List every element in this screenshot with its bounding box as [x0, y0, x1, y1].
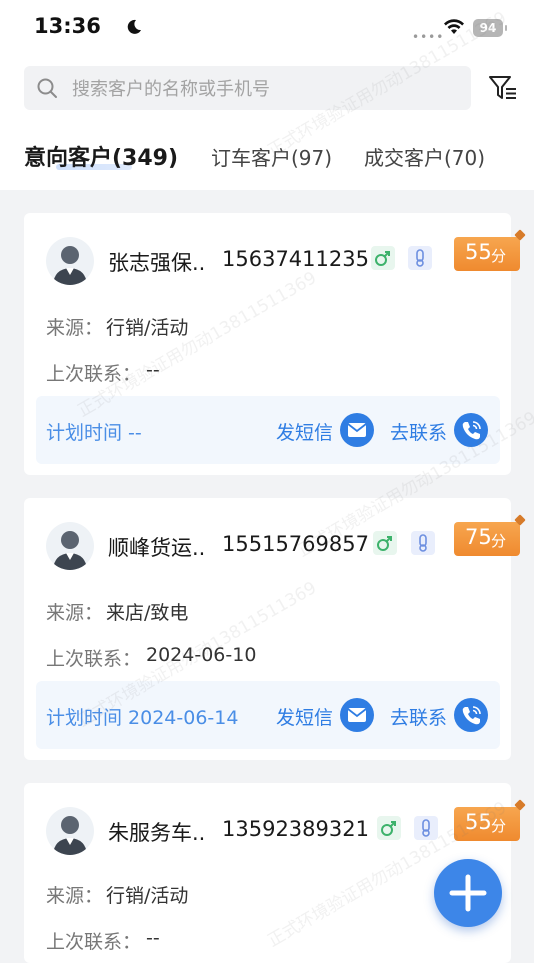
- mail-icon[interactable]: [340, 698, 374, 732]
- user-avatar-icon: [53, 531, 87, 570]
- customer-phone[interactable]: 15515769857: [222, 532, 369, 556]
- score-unit: 分: [491, 247, 507, 265]
- thermometer-icon: [414, 816, 438, 840]
- battery-icon: 94: [473, 19, 507, 37]
- last-contact-label: 上次联系：: [46, 363, 142, 385]
- send-sms-button[interactable]: 发短信: [276, 703, 333, 730]
- source-label: 来源：: [46, 885, 104, 907]
- search-bar[interactable]: [24, 66, 471, 112]
- score-badge: 55 分: [454, 807, 520, 841]
- score-unit: 分: [491, 532, 507, 550]
- male-icon: [373, 531, 397, 555]
- contact-button[interactable]: 去联系: [390, 418, 447, 445]
- top-header: 13:36 •••• 94 意向客户(349) 订车客户(97) 成交客户(70…: [0, 0, 534, 190]
- source-label: 来源：: [46, 602, 104, 624]
- last-contact-label: 上次联系：: [46, 648, 142, 670]
- tab-order-customers[interactable]: 订车客户(97): [211, 142, 332, 171]
- source-value: 行销/活动: [106, 317, 189, 339]
- plan-time: 计划时间 2024-06-14: [46, 707, 239, 729]
- score-value: 55: [465, 810, 492, 834]
- plan-bar: 计划时间 2024-06-14 发短信 去联系: [36, 681, 500, 749]
- tab-deal-customers[interactable]: 成交客户(70): [364, 142, 485, 171]
- status-bar: 13:36 •••• 94: [0, 0, 534, 56]
- thermometer-icon: [408, 246, 432, 270]
- phone-icon[interactable]: [454, 413, 488, 447]
- user-avatar-icon: [53, 246, 87, 285]
- add-customer-button[interactable]: [434, 859, 502, 927]
- moon-icon: [127, 19, 141, 34]
- send-sms-button[interactable]: 发短信: [276, 418, 333, 445]
- status-time: 13:36: [34, 14, 101, 38]
- customer-name: 顺峰货运..: [108, 536, 206, 560]
- last-contact-value: 2024-06-10: [146, 644, 257, 666]
- plus-icon: [449, 874, 487, 912]
- wifi-icon: [444, 19, 464, 34]
- plan-time: 计划时间 --: [46, 422, 142, 444]
- tab-intent-customers[interactable]: 意向客户(349): [24, 140, 178, 172]
- avatar: [46, 237, 94, 285]
- source-label: 来源：: [46, 317, 104, 339]
- customer-name: 朱服务车..: [108, 821, 206, 845]
- last-contact-value: --: [146, 359, 160, 381]
- signal-dots-icon: ••••: [412, 30, 445, 44]
- customer-name: 张志强保..: [108, 251, 206, 275]
- thermometer-icon: [411, 531, 435, 555]
- filter-icon[interactable]: [488, 74, 518, 102]
- mail-icon[interactable]: [340, 413, 374, 447]
- male-icon: [371, 246, 395, 270]
- last-contact-value: --: [146, 927, 160, 949]
- customer-card[interactable]: 张志强保.. 15637411235 55 分 来源： 行销/活动 上次联系： …: [24, 213, 520, 475]
- avatar: [46, 807, 94, 855]
- customer-card[interactable]: 顺峰货运.. 15515769857 75 分 来源： 来店/致电 上次联系： …: [24, 498, 520, 760]
- source-value: 来店/致电: [106, 602, 189, 624]
- customer-phone[interactable]: 15637411235: [222, 247, 369, 271]
- score-value: 75: [465, 525, 492, 549]
- customer-phone[interactable]: 13592389321: [222, 817, 369, 841]
- male-icon: [377, 816, 401, 840]
- score-badge: 55 分: [454, 237, 520, 271]
- avatar: [46, 522, 94, 570]
- contact-button[interactable]: 去联系: [390, 703, 447, 730]
- plan-bar: 计划时间 -- 发短信 去联系: [36, 396, 500, 464]
- phone-icon[interactable]: [454, 698, 488, 732]
- score-unit: 分: [491, 817, 507, 835]
- user-avatar-icon: [53, 816, 87, 855]
- search-input[interactable]: [70, 66, 464, 112]
- score-value: 55: [465, 240, 492, 264]
- search-icon: [37, 78, 57, 98]
- score-badge: 75 分: [454, 522, 520, 556]
- source-value: 行销/活动: [106, 885, 189, 907]
